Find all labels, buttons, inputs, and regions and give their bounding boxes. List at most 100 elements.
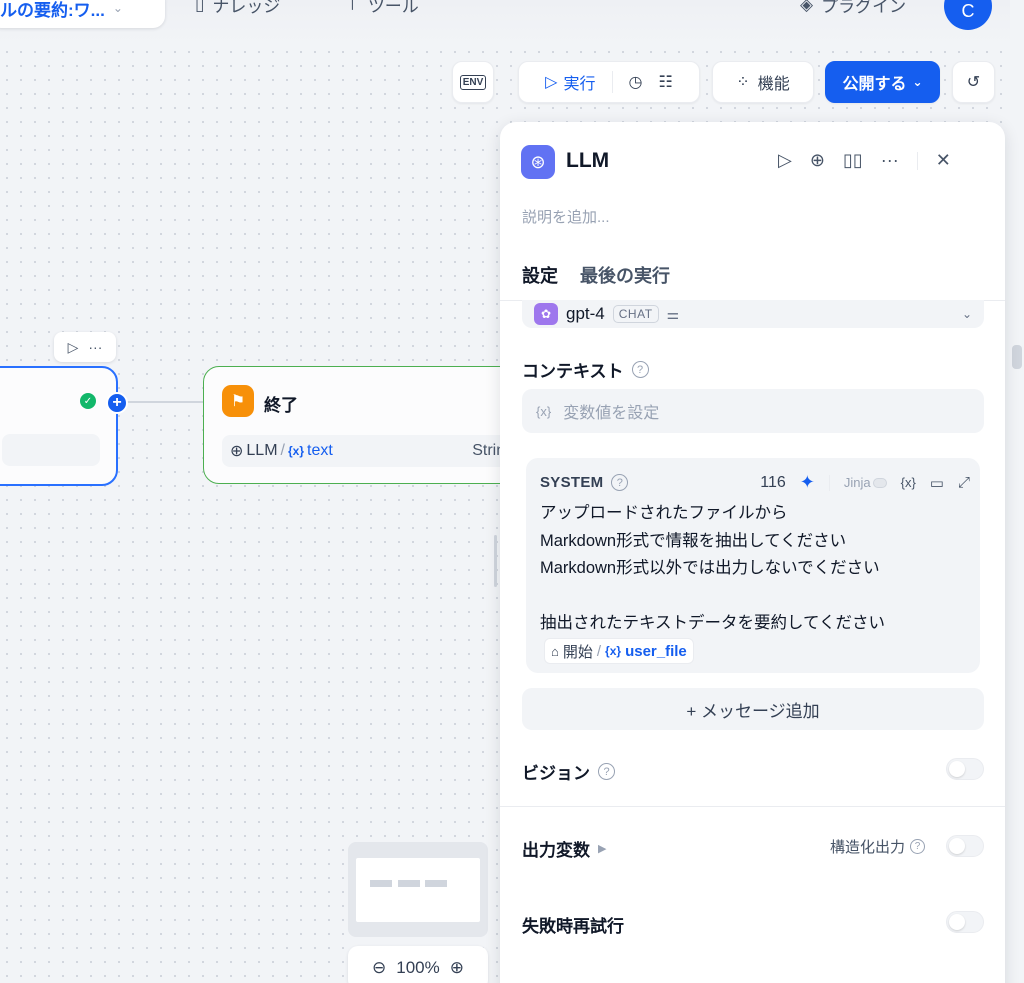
vision-toggle[interactable] xyxy=(946,758,984,780)
system-prompt-editor[interactable]: SYSTEM ? 116 ✦ Jinja {x} ▭ ⤢ アップロードされたファ… xyxy=(526,458,980,673)
env-label: ENV xyxy=(459,74,487,90)
play-icon[interactable]: ▷ xyxy=(68,339,79,356)
retry-toggle[interactable] xyxy=(946,911,984,933)
llm-brain-icon: ⊛ xyxy=(521,145,555,179)
variable-icon: {x} xyxy=(605,644,622,658)
success-check-icon: ✓ xyxy=(80,393,96,409)
more-icon[interactable]: ··· xyxy=(88,339,102,355)
structured-output-toggle[interactable] xyxy=(946,835,984,857)
publish-label: 公開する xyxy=(842,76,907,93)
caret-right-icon: ▶ xyxy=(598,843,607,855)
clipboard-icon[interactable]: ▭ xyxy=(930,474,944,492)
vision-label: ビジョン xyxy=(522,764,590,783)
tab-last-run[interactable]: 最後の実行 xyxy=(580,262,670,302)
context-label: コンテキスト xyxy=(522,362,624,381)
zoom-out-icon[interactable]: ⊖ xyxy=(372,958,386,978)
app-title-button[interactable]: ルの要約:ワ... ⌄ xyxy=(0,0,165,28)
divider xyxy=(916,151,918,170)
llm-node-var-row xyxy=(2,434,100,466)
play-icon: ▷ xyxy=(545,74,558,91)
grid-plus-icon: ⁘ xyxy=(736,74,750,91)
document-icon: ▯ xyxy=(195,0,205,14)
context-placeholder: 変数値を設定 xyxy=(563,405,660,422)
prompt-line: 抽出されたテキストデータを要約してください xyxy=(540,614,886,632)
end-node[interactable]: ⚑ 終了 ⊕ LLM / {x} text String xyxy=(203,366,523,484)
panel-resize-handle[interactable] xyxy=(494,535,497,587)
var-name: user_file xyxy=(625,642,687,660)
nav-tools-label: ツール xyxy=(367,0,419,16)
system-prompt-header: SYSTEM ? 116 ✦ Jinja {x} ▭ ⤢ xyxy=(540,472,970,493)
model-selector[interactable]: ✿ gpt-4 CHAT ⚌ ⌄ xyxy=(522,300,984,328)
tab-settings[interactable]: 設定 xyxy=(522,262,558,302)
model-name: gpt-4 xyxy=(566,304,605,323)
section-divider xyxy=(500,806,1005,807)
variable-icon: {x} xyxy=(536,403,552,419)
nav-plugins-label: プラグイン xyxy=(821,0,907,16)
nav-knowledge[interactable]: ▯ ナレッジ xyxy=(195,0,280,17)
app-title: ルの要約:ワ... xyxy=(0,0,105,20)
version-history-button[interactable]: ↺ xyxy=(952,61,995,103)
system-prompt-tools: 116 ✦ Jinja {x} ▭ ⤢ xyxy=(760,472,970,493)
more-icon[interactable]: ··· xyxy=(881,150,899,171)
var-source: LLM xyxy=(246,442,278,459)
add-message-button[interactable]: + メッセージ追加 xyxy=(522,688,984,730)
context-variable-input[interactable]: {x} 変数値を設定 xyxy=(522,389,984,433)
nav-tools[interactable]: ⊤ ツール xyxy=(345,0,419,17)
close-icon[interactable]: ✕ xyxy=(936,150,951,171)
sparkle-icon[interactable]: ✦ xyxy=(800,472,815,493)
variable-icon: {x} xyxy=(287,444,304,458)
publish-button[interactable]: 公開する ⌄ xyxy=(825,61,940,103)
book-icon[interactable]: ▯▯ xyxy=(843,150,863,171)
sliders-icon[interactable]: ⚌ xyxy=(667,306,680,323)
nav-plugins[interactable]: ◈ プラグイン xyxy=(800,0,906,17)
description-input[interactable]: 説明を追加... xyxy=(522,206,610,227)
help-icon[interactable]: ? xyxy=(598,763,615,780)
var-name: text xyxy=(307,442,333,459)
chevron-down-icon: ⌄ xyxy=(112,1,123,15)
minimap[interactable] xyxy=(348,842,488,937)
run-toolbar: ▷ 実行 ◷ ☷ xyxy=(518,61,700,103)
cube-icon: ◈ xyxy=(800,0,814,14)
panel-actions: ▷ ⊕ ▯▯ ··· ✕ xyxy=(778,150,951,171)
history-clock-icon[interactable]: ◷ xyxy=(629,72,643,92)
help-icon[interactable]: ? xyxy=(910,839,926,854)
prompt-line: アップロードされたファイルから xyxy=(540,504,788,522)
help-icon[interactable]: ? xyxy=(631,361,649,378)
wrench-icon: ⊤ xyxy=(345,0,360,14)
env-button[interactable]: ENV xyxy=(452,61,494,103)
jinja-toggle[interactable]: Jinja xyxy=(844,475,887,490)
help-icon[interactable]: ? xyxy=(611,474,629,491)
retry-section: 失敗時再試行 xyxy=(522,912,624,937)
system-prompt-text[interactable]: アップロードされたファイルから Markdown形式で情報を抽出してください Mar… xyxy=(540,500,885,638)
zoom-level[interactable]: 100% xyxy=(396,958,439,978)
avatar[interactable]: C xyxy=(944,0,992,30)
checklist-icon[interactable]: ☷ xyxy=(658,72,672,92)
structured-output: 構造化出力 ? xyxy=(830,836,926,857)
minimap-node xyxy=(425,880,447,887)
output-vars-label: 出力変数 xyxy=(522,841,590,860)
divider xyxy=(828,474,830,491)
minimap-node xyxy=(370,880,392,887)
scrollbar-handle[interactable] xyxy=(1012,345,1022,369)
expand-icon[interactable]: ⤢ xyxy=(958,474,970,491)
add-node-plus-icon[interactable]: + xyxy=(106,392,128,414)
output-vars-section[interactable]: 出力変数 ▶ xyxy=(522,836,606,861)
run-button[interactable]: ▷ 実行 xyxy=(545,70,595,94)
features-button[interactable]: ⁘ 機能 xyxy=(712,61,814,103)
llm-small-icon: ⊕ xyxy=(230,443,244,460)
run-label: 実行 xyxy=(563,76,596,93)
prompt-variable-chip[interactable]: ⌂ 開始 / {x} user_file xyxy=(544,638,694,664)
crosshair-icon[interactable]: ⊕ xyxy=(810,150,825,171)
context-section: コンテキスト ? xyxy=(522,357,649,382)
panel-title: LLM xyxy=(566,149,610,172)
llm-node[interactable] xyxy=(0,366,118,486)
play-icon[interactable]: ▷ xyxy=(778,150,792,171)
divider xyxy=(611,71,613,93)
node-toolbar: ▷ ··· xyxy=(54,332,116,362)
structured-output-label: 構造化出力 xyxy=(830,839,906,856)
variable-icon[interactable]: {x} xyxy=(901,475,916,490)
retry-label: 失敗時再試行 xyxy=(522,917,624,936)
zoom-in-icon[interactable]: ⊕ xyxy=(450,958,464,978)
nav-knowledge-label: ナレッジ xyxy=(212,0,281,16)
jinja-label: Jinja xyxy=(843,475,871,490)
